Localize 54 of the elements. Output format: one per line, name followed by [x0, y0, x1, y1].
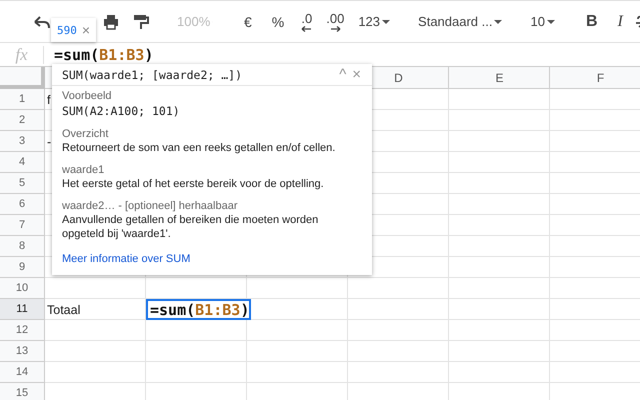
row-header[interactable]: 13 [0, 341, 45, 362]
dropdown-button[interactable]: 10 [525, 8, 560, 34]
dropdown-button[interactable]: Standaard ... [413, 8, 508, 34]
row-header[interactable]: 8 [0, 236, 45, 257]
sum-value: 590 [57, 24, 77, 36]
section-label: waarde1 [62, 163, 106, 177]
decimal-button[interactable]: .00 [321, 8, 350, 34]
column-header[interactable]: F [596, 71, 604, 85]
section-label: Overzicht [62, 127, 110, 141]
row-header[interactable]: 2 [0, 110, 45, 131]
collapse-button[interactable]: ^ [336, 66, 350, 82]
column-header[interactable]: D [394, 71, 403, 85]
table-cell-text: Totaal [46, 302, 80, 318]
formula-cell[interactable]: =sum(B1:B3) [146, 299, 251, 320]
function-signature: SUM(waarde1; [waarde2; …]) [62, 68, 244, 82]
paint-roller-icon [133, 14, 149, 30]
formula-input[interactable]: =sum(B1:B3) [54, 46, 154, 64]
format-button[interactable]: % [264, 8, 292, 34]
row-header[interactable]: 12 [0, 320, 45, 341]
right-arrow-icon [330, 26, 341, 32]
section-label: Voorbeeld [62, 89, 113, 103]
description-text: Retourneert de som van een reeks getallen en/of cellen. [62, 141, 336, 155]
section-label: waarde2… - [optioneel] herhaalbaar [62, 199, 239, 213]
more-info-link[interactable]: Meer informatie over SUM [62, 253, 190, 265]
caret-icon [546, 20, 555, 24]
dropdown-button[interactable]: 123 [353, 8, 396, 34]
caret-icon [382, 20, 390, 24]
printer-icon [103, 14, 119, 30]
row-header[interactable]: 14 [0, 362, 45, 383]
close-button[interactable]: × [82, 22, 90, 38]
row-header[interactable]: 5 [0, 173, 45, 194]
row-header[interactable]: 10 [0, 278, 45, 299]
left-arrow-icon [301, 26, 312, 32]
close-button[interactable]: × [349, 66, 364, 82]
row-header[interactable]: 11 [0, 299, 45, 320]
caret-icon [494, 20, 502, 24]
row-header[interactable]: 3 [0, 131, 45, 152]
italic-button[interactable]: I [610, 8, 631, 34]
row-header[interactable]: 7 [0, 215, 45, 236]
row-header[interactable]: 1 [0, 89, 45, 110]
row-header[interactable]: 6 [0, 194, 45, 215]
function-label: fx [0, 46, 44, 64]
row-header[interactable]: 4 [0, 152, 45, 173]
description-text: Aanvullende getallen of bereiken die moeten worden opgeteld bij 'waarde1'. [62, 213, 320, 241]
description-text: Het eerste getal of het eerste bereik voor de optelling. [62, 177, 325, 191]
row-header[interactable]: 15 [0, 383, 45, 400]
decimal-button[interactable]: .0 [296, 8, 318, 34]
table-cell-text: - [46, 134, 52, 150]
format-button[interactable]: € [236, 8, 260, 34]
column-header[interactable]: E [495, 71, 504, 85]
example-code: SUM(A2:A100; 101) [62, 103, 181, 119]
row-header[interactable]: 9 [0, 257, 45, 278]
bold-button[interactable]: B [578, 8, 606, 34]
table-cell-text: f [46, 92, 50, 108]
